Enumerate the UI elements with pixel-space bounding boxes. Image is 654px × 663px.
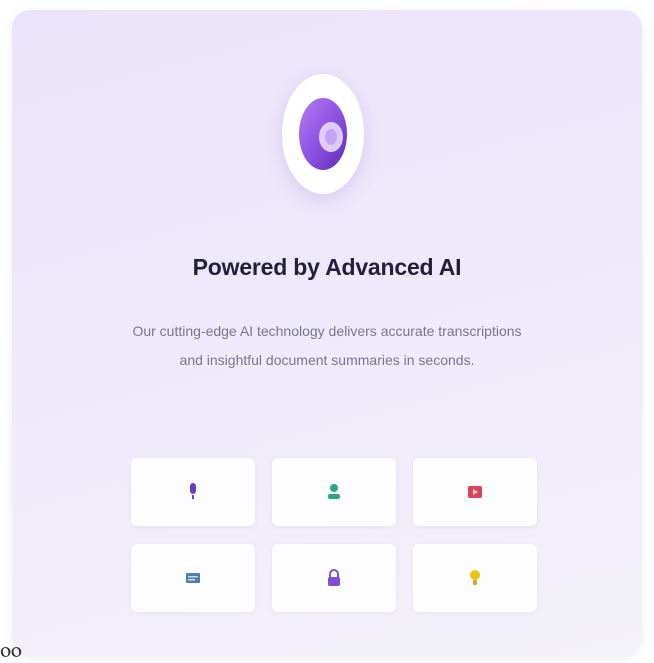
lightbulb-icon [470,570,480,585]
page: Powered by Advanced AI Our cutting-edge … [0,0,654,663]
user-icon [328,484,340,499]
ai-orb-icon [299,98,347,170]
feature-tile-lock[interactable] [272,544,396,612]
corner-glyph-icon: ⲟⲟ [0,638,22,663]
feature-grid [131,458,537,612]
video-icon [468,486,482,498]
card-title: Powered by Advanced AI [192,254,462,280]
feature-tile-lightbulb[interactable] [413,544,537,612]
card-description: Our cutting-edge AI technology delivers … [132,323,522,368]
document-icon [186,573,200,583]
feature-tile-user[interactable] [272,458,396,526]
feature-tile-microphone[interactable] [131,458,255,526]
lock-icon [328,569,340,586]
feature-tile-document[interactable] [131,544,255,612]
microphone-icon [190,483,196,499]
feature-tile-video[interactable] [413,458,537,526]
ai-logo [282,74,364,194]
